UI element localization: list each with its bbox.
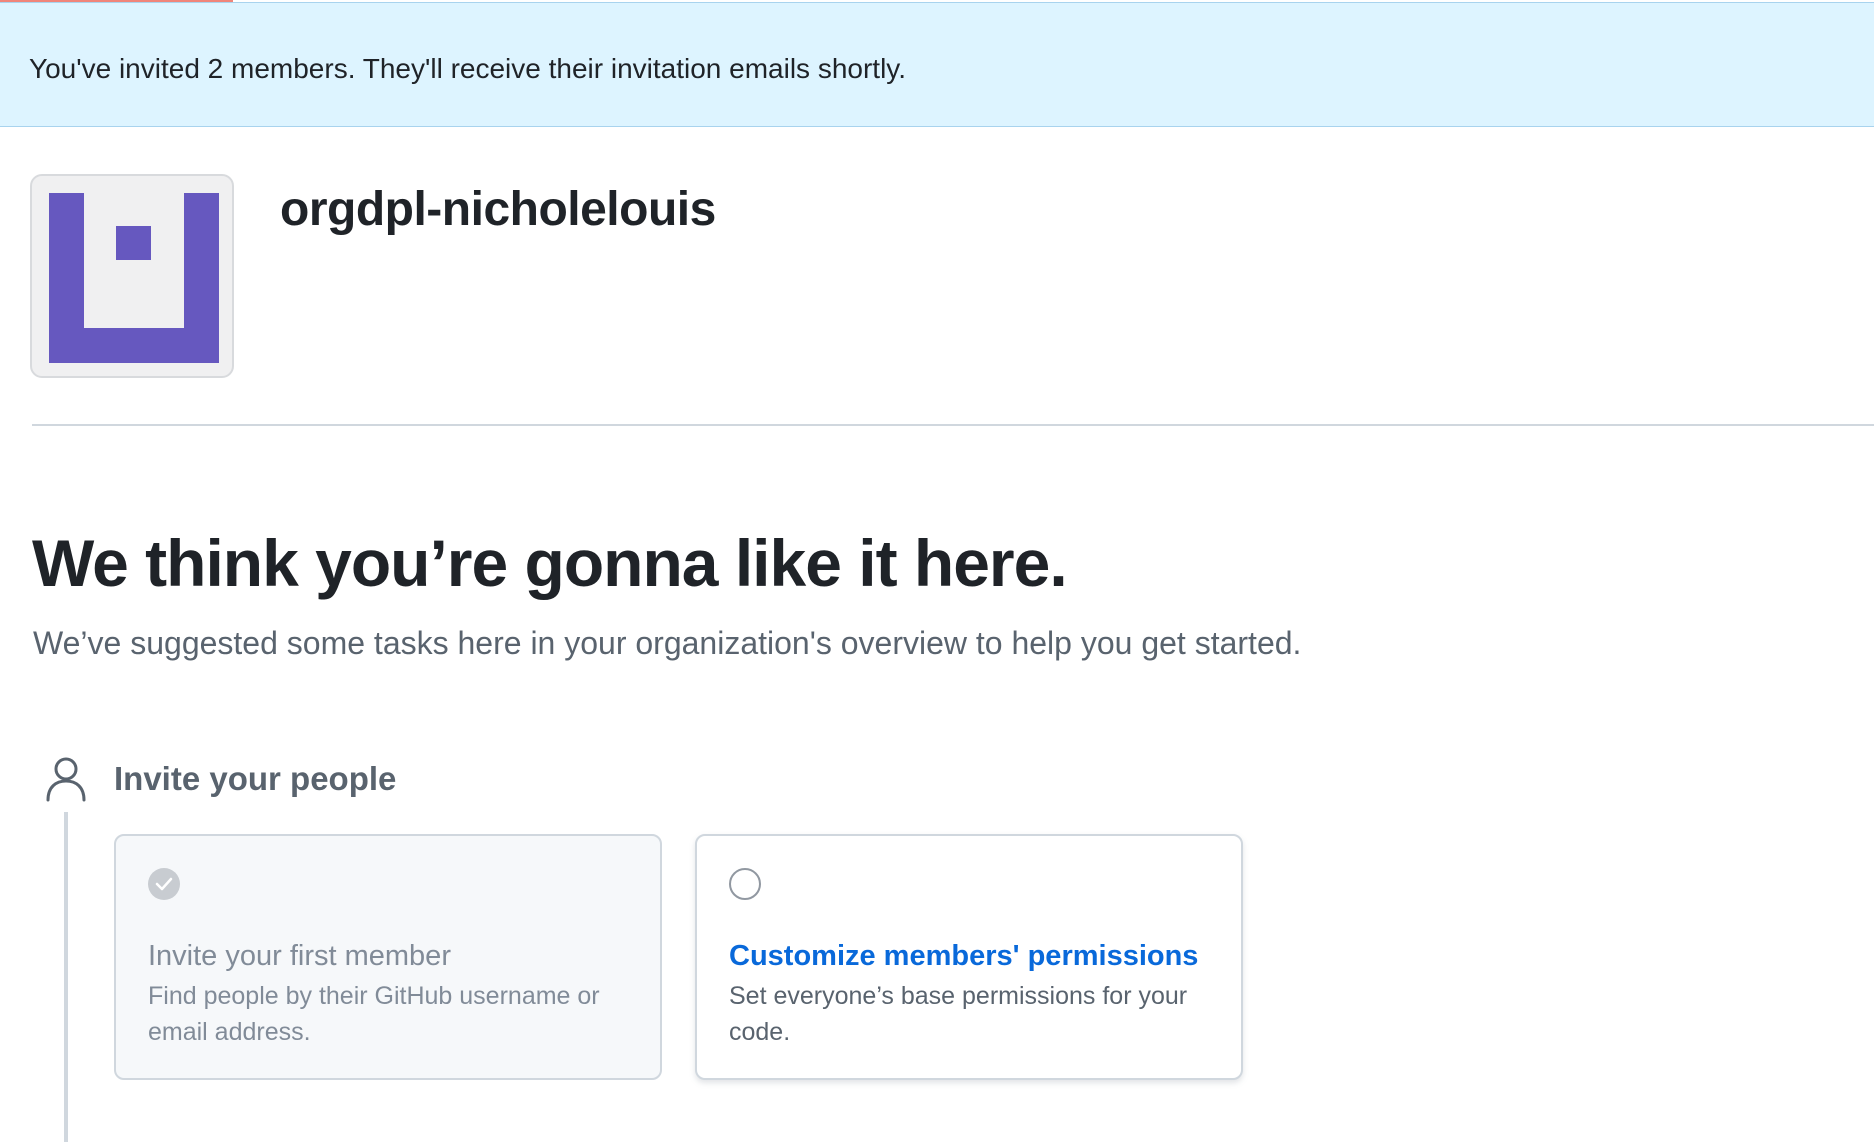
task-title: Invite your first member xyxy=(148,940,451,972)
welcome-subtitle: We’ve suggested some tasks here in your … xyxy=(33,625,1302,661)
org-avatar[interactable] xyxy=(30,174,234,378)
check-circle-filled-icon xyxy=(148,868,180,900)
task-link-customize-permissions[interactable]: Customize members' permissions xyxy=(729,940,1198,973)
task-card-customize-permissions[interactable]: Customize members' permissions Set every… xyxy=(695,834,1243,1080)
person-icon xyxy=(44,756,88,802)
task-description: Set everyone’s base permissions for your… xyxy=(729,982,1188,1046)
task-card-invite-first-member: Invite your first member Find people by … xyxy=(114,834,662,1080)
section-title-invite-people: Invite your people xyxy=(114,760,397,797)
flash-notice: You've invited 2 members. They'll receiv… xyxy=(0,2,1874,127)
timeline-connector xyxy=(64,812,68,1142)
org-avatar-identicon xyxy=(49,193,219,363)
org-name[interactable]: orgdpl-nicholelouis xyxy=(280,182,716,237)
task-description: Find people by their GitHub username or … xyxy=(148,982,600,1046)
circle-outline-icon xyxy=(729,868,761,900)
header-divider xyxy=(32,424,1874,426)
flash-message: You've invited 2 members. They'll receiv… xyxy=(29,53,907,84)
welcome-heading: We think you’re gonna like it here. xyxy=(32,526,1068,600)
